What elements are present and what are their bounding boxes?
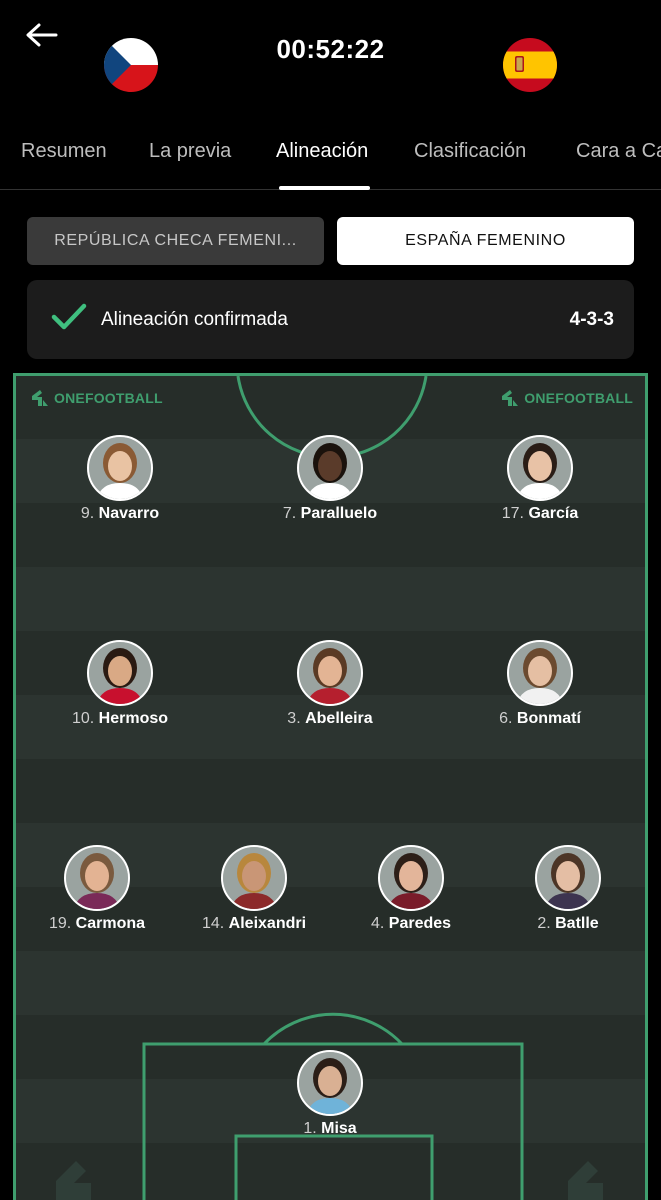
onefootball-logo: ONEFOOTBALL: [30, 388, 163, 408]
tab-cara-a-cara[interactable]: Cara a Cara: [576, 140, 661, 163]
player-avatar: [87, 640, 153, 706]
player-aleixandri[interactable]: 14. Aleixandri: [179, 845, 329, 933]
player-name: Hermoso: [98, 710, 169, 727]
player-garcia[interactable]: 17. García: [465, 435, 615, 523]
spain-flag-icon: [503, 38, 557, 92]
player-number: 2.: [537, 915, 551, 932]
player-avatar: [297, 1050, 363, 1116]
player-number: 1.: [303, 1120, 317, 1137]
player-name: Paralluelo: [300, 505, 378, 522]
player-name: Paredes: [388, 915, 452, 932]
player-number: 4.: [370, 915, 385, 932]
player-name: Bonmatí: [516, 710, 581, 727]
match-header: 00:52:22: [0, 0, 661, 120]
player-name: Batlle: [555, 915, 599, 932]
player-paredes[interactable]: 4. Paredes: [336, 845, 486, 933]
player-avatar: [64, 845, 130, 911]
player-avatar: [221, 845, 287, 911]
player-number: 9.: [80, 505, 95, 522]
player-misa[interactable]: 1. Misa: [255, 1050, 405, 1138]
tab-la-previa[interactable]: La previa: [149, 140, 231, 163]
player-avatar: [507, 435, 573, 501]
player-number: 10.: [71, 710, 95, 727]
tab-alineacion[interactable]: Alineación: [276, 140, 368, 163]
player-number: 3.: [287, 710, 301, 727]
tab-resumen[interactable]: Resumen: [21, 140, 107, 163]
player-avatar: [297, 640, 363, 706]
player-name: Misa: [321, 1120, 357, 1137]
player-name: Abelleira: [305, 710, 373, 727]
player-batlle[interactable]: 2. Batlle: [493, 845, 643, 933]
onefootball-wordmark: ONEFOOTBALL: [524, 390, 633, 406]
player-avatar: [507, 640, 573, 706]
player-number: 6.: [499, 710, 513, 727]
checkmark-icon: [51, 303, 87, 330]
pitch: ONEFOOTBALL ONEFOOTBALL 9. Navarro 7. Pa…: [13, 373, 648, 1200]
player-name: Carmona: [75, 915, 146, 932]
onefootball-logo-icon: [502, 390, 519, 406]
tab-clasificacion[interactable]: Clasificación: [414, 140, 526, 163]
onefootball-logo: ONEFOOTBALL: [500, 388, 633, 408]
team-toggle-home[interactable]: REPÚBLICA CHECA FEMENI...: [27, 217, 324, 265]
player-bonmati[interactable]: 6. Bonmatí: [465, 640, 615, 728]
lineup-status: Alineación confirmada: [101, 309, 288, 330]
player-paralluelo[interactable]: 7. Paralluelo: [255, 435, 405, 523]
player-name: García: [528, 505, 579, 522]
player-number: 14.: [201, 915, 225, 932]
player-hermoso[interactable]: 10. Hermoso: [45, 640, 195, 728]
player-avatar: [535, 845, 601, 911]
player-number: 7.: [282, 505, 297, 522]
formation: 4-3-3: [569, 309, 614, 330]
player-name: Aleixandri: [228, 915, 307, 932]
active-tab-indicator: [279, 186, 370, 190]
tab-bar: Resumen La previa Alineación Clasificaci…: [0, 120, 661, 190]
player-number: 19.: [48, 915, 72, 932]
player-carmona[interactable]: 19. Carmona: [22, 845, 172, 933]
player-avatar: [378, 845, 444, 911]
player-avatar: [87, 435, 153, 501]
lineup-status-card: Alineación confirmada 4-3-3: [27, 280, 634, 359]
onefootball-logo-icon: [32, 390, 48, 406]
player-avatar: [297, 435, 363, 501]
player-abelleira[interactable]: 3. Abelleira: [255, 640, 405, 728]
onefootball-wordmark: ONEFOOTBALL: [54, 390, 163, 406]
match-clock: 00:52:22: [276, 34, 385, 64]
player-name: Navarro: [98, 505, 160, 522]
player-number: 17.: [501, 505, 524, 522]
player-navarro[interactable]: 9. Navarro: [45, 435, 195, 523]
team-toggle-away[interactable]: ESPAÑA FEMENINO: [337, 217, 634, 265]
